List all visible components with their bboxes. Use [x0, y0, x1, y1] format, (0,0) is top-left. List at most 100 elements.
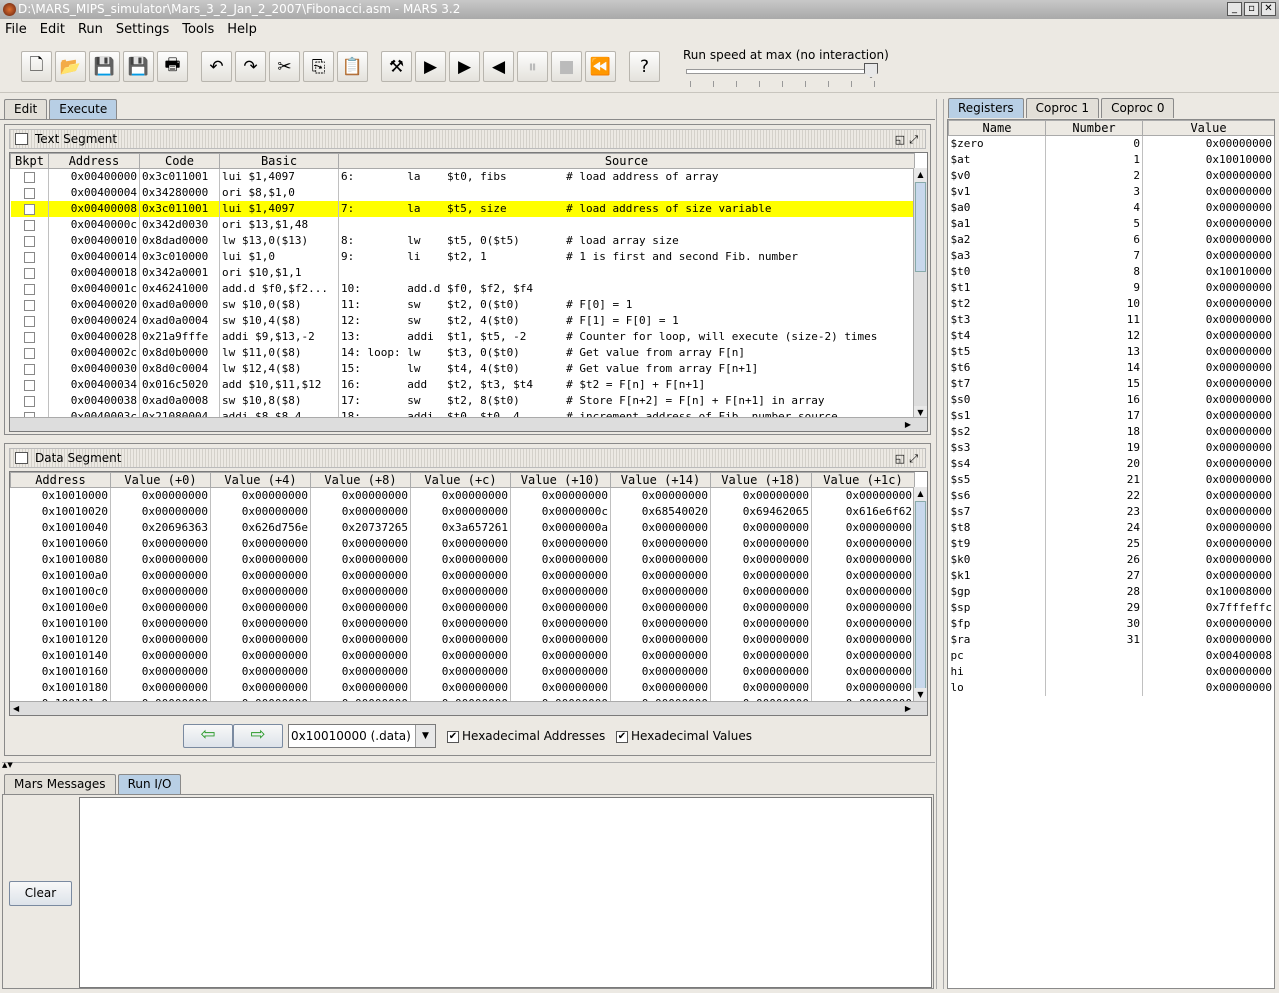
register-value[interactable]: 0x00000000	[1142, 615, 1274, 632]
register-row[interactable]: $v1 3 0x00000000	[948, 183, 1274, 200]
run-icon[interactable]: ▶	[415, 51, 446, 82]
breakpoint-checkbox[interactable]	[23, 315, 35, 327]
value-cell[interactable]: 0x00000000	[610, 567, 711, 584]
value-cell[interactable]: 0x00000000	[710, 679, 812, 696]
register-row[interactable]: $t6 14 0x00000000	[948, 359, 1274, 376]
breakpoint-checkbox[interactable]	[23, 395, 35, 407]
register-row[interactable]: $a1 5 0x00000000	[948, 215, 1274, 232]
value-cell[interactable]: 0x00000000	[110, 583, 211, 600]
table-row[interactable]: 0x00400004 0x34280000 ori $8,$1,0	[10, 184, 915, 201]
value-cell[interactable]: 0x0000000a	[510, 519, 611, 536]
breakpoint-checkbox[interactable]	[23, 363, 35, 375]
run-speed-slider[interactable]	[686, 69, 878, 74]
breakpoint-checkbox[interactable]	[23, 379, 35, 391]
column-header[interactable]: Value (+c)	[410, 472, 511, 488]
hex-addresses-checkbox[interactable]: ✔ Hexadecimal Addresses	[447, 729, 605, 743]
register-value[interactable]: 0x00000000	[1142, 231, 1274, 248]
table-row[interactable]: 0x00400010 0x8dad0000 lw $13,0($13) 8: lw $…	[10, 232, 915, 249]
register-row[interactable]: $t9 25 0x00000000	[948, 535, 1274, 552]
register-row[interactable]: $fp 30 0x00000000	[948, 615, 1274, 632]
table-row[interactable]: 0x00400024 0xad0a0004 sw $10,4($8) 12: sw $…	[10, 312, 915, 329]
register-value[interactable]: 0x00000000	[1142, 199, 1274, 216]
value-cell[interactable]: 0x00000000	[811, 599, 915, 616]
breakpoint-checkbox[interactable]	[23, 171, 35, 183]
table-row[interactable]: 0x00400034 0x016c5020 add $10,$11,$12 16: a…	[10, 376, 915, 393]
value-cell[interactable]: 0x00000000	[310, 583, 411, 600]
value-cell[interactable]: 0x00000000	[310, 663, 411, 680]
column-header[interactable]: Value (+8)	[310, 472, 411, 488]
value-cell[interactable]: 0x00000000	[210, 551, 311, 568]
clear-button[interactable]: Clear	[9, 881, 72, 906]
value-cell[interactable]: 0x00000000	[410, 663, 511, 680]
tab-coproc0[interactable]: Coproc 0	[1101, 98, 1175, 118]
value-cell[interactable]: 0x00000000	[811, 583, 915, 600]
value-cell[interactable]: 0x00000000	[710, 631, 812, 648]
value-cell[interactable]: 0x00000000	[210, 535, 311, 552]
column-header[interactable]: Value (+0)	[110, 472, 211, 488]
value-cell[interactable]: 0x00000000	[510, 663, 611, 680]
value-cell[interactable]: 0x00000000	[310, 551, 411, 568]
value-cell[interactable]: 0x00000000	[410, 583, 511, 600]
table-row[interactable]: 0x100100c0 0x00000000 0x00000000 0x00000000…	[10, 583, 915, 600]
value-cell[interactable]: 0x00000000	[410, 599, 511, 616]
register-value[interactable]: 0x00000000	[1142, 183, 1274, 200]
value-cell[interactable]: 0x00000000	[811, 519, 915, 536]
register-row[interactable]: $k1 27 0x00000000	[948, 567, 1274, 584]
register-value[interactable]: 0x00000000	[1142, 471, 1274, 488]
register-row[interactable]: $t5 13 0x00000000	[948, 343, 1274, 360]
column-header[interactable]: Bkpt	[10, 153, 49, 169]
value-cell[interactable]: 0x00000000	[210, 503, 311, 520]
tab-mars-messages[interactable]: Mars Messages	[4, 774, 116, 794]
column-header[interactable]: Source	[338, 153, 915, 169]
checkbox-check-icon[interactable]: ✔	[447, 730, 459, 743]
value-cell[interactable]: 0x00000000	[210, 583, 311, 600]
breakpoint-checkbox[interactable]	[23, 251, 35, 263]
register-row[interactable]: $zero 0 0x00000000	[948, 135, 1274, 152]
register-row[interactable]: lo 0x00000000	[948, 679, 1274, 696]
value-cell[interactable]: 0x00000000	[410, 647, 511, 664]
register-value[interactable]: 0x00400008	[1142, 647, 1274, 664]
save-icon[interactable]: 💾	[89, 51, 120, 82]
bkpt-cell[interactable]	[10, 184, 49, 201]
value-cell[interactable]: 0x69462065	[710, 503, 812, 520]
text-segment-vscroll[interactable]: ▲ ▼	[913, 168, 927, 420]
breakpoint-checkbox[interactable]	[23, 235, 35, 247]
tab-edit[interactable]: Edit	[4, 99, 48, 119]
column-header[interactable]: Value (+14)	[610, 472, 711, 488]
breakpoint-checkbox[interactable]	[23, 267, 35, 279]
table-row[interactable]: 0x00400038 0xad0a0008 sw $10,8($8) 17: sw $…	[10, 392, 915, 409]
new-file-icon[interactable]: 🗋	[21, 51, 52, 82]
value-cell[interactable]: 0x00000000	[710, 535, 812, 552]
column-header[interactable]: Number	[1045, 120, 1143, 136]
register-value[interactable]: 0x00000000	[1142, 455, 1274, 472]
table-row[interactable]: 0x00400030 0x8d0c0004 lw $12,4($8) 15: lw $…	[10, 360, 915, 377]
bkpt-cell[interactable]	[10, 376, 49, 393]
table-row[interactable]: 0x10010080 0x00000000 0x00000000 0x00000000…	[10, 551, 915, 568]
value-cell[interactable]: 0x00000000	[610, 647, 711, 664]
bkpt-cell[interactable]	[10, 344, 49, 361]
value-cell[interactable]: 0x00000000	[710, 583, 812, 600]
text-segment-hscroll[interactable]: ▶	[10, 417, 927, 431]
table-row[interactable]: 0x00400028 0x21a9fffe addi $9,$13,-2 13: ad…	[10, 328, 915, 345]
value-cell[interactable]: 0x00000000	[210, 615, 311, 632]
panel-resize-icons[interactable]: ◱⤢	[895, 131, 922, 149]
help-icon[interactable]: ?	[629, 51, 660, 82]
value-cell[interactable]: 0x616e6f62	[811, 503, 915, 520]
table-row[interactable]: 0x100100e0 0x00000000 0x00000000 0x00000000…	[10, 599, 915, 616]
horizontal-split-divider[interactable]: ▲▼	[2, 762, 935, 769]
register-row[interactable]: $s5 21 0x00000000	[948, 471, 1274, 488]
tab-coproc1[interactable]: Coproc 1	[1025, 98, 1100, 118]
value-cell[interactable]: 0x00000000	[410, 631, 511, 648]
table-row[interactable]: 0x00400008 0x3c011001 lui $1,4097 7: la $t5…	[10, 200, 915, 217]
table-row[interactable]: 0x0040000c 0x342d0030 ori $13,$1,48	[10, 216, 915, 233]
table-row[interactable]: 0x00400018 0x342a0001 ori $10,$1,1	[10, 264, 915, 281]
next-arrow-button[interactable]: ⇨	[233, 724, 283, 748]
breakpoint-checkbox[interactable]	[23, 347, 35, 359]
run-io-output[interactable]	[79, 797, 932, 988]
value-cell[interactable]: 0x00000000	[110, 567, 211, 584]
value-cell[interactable]: 0x3a657261	[410, 519, 511, 536]
register-row[interactable]: $at 1 0x10010000	[948, 151, 1274, 168]
register-value[interactable]: 0x00000000	[1142, 551, 1274, 568]
value-cell[interactable]: 0x00000000	[811, 551, 915, 568]
table-row[interactable]: 0x10010040 0x20696363 0x626d756e 0x20737265…	[10, 519, 915, 536]
